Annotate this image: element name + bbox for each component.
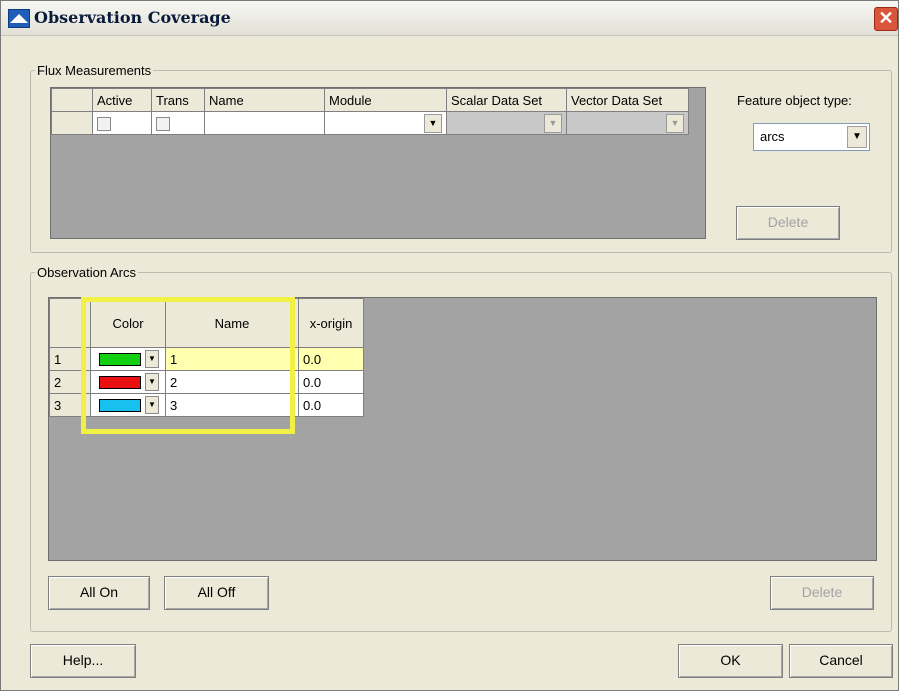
module-dropdown[interactable]: ▼ [324, 111, 447, 135]
arcs-corner-header [49, 298, 91, 348]
arcs-delete-button[interactable]: Delete [770, 576, 874, 610]
arc-x-origin-cell[interactable]: 0.0 [298, 393, 364, 417]
arcs-row-header[interactable]: 3 [49, 393, 91, 417]
chevron-down-icon[interactable]: ▼ [145, 373, 159, 391]
chevron-down-icon[interactable]: ▼ [847, 126, 867, 148]
cancel-button[interactable]: Cancel [789, 644, 893, 678]
window-title: Observation Coverage [34, 8, 231, 27]
arc-x-origin-cell[interactable]: 0.0 [298, 347, 364, 371]
color-swatch[interactable] [99, 375, 141, 389]
app-icon [8, 9, 30, 28]
flux-row-header[interactable] [51, 111, 93, 135]
scalar-dataset-dropdown[interactable]: ▼ [446, 111, 567, 135]
arc-name-cell[interactable]: 1 [165, 347, 299, 371]
chevron-down-icon[interactable]: ▼ [666, 113, 684, 133]
flux-grid: Active Trans Name Module Scalar Data Set… [50, 87, 706, 239]
flux-name-cell[interactable] [204, 111, 325, 135]
color-picker[interactable]: ▼ [90, 370, 166, 394]
arcs-row-header[interactable]: 2 [49, 370, 91, 394]
flux-col-scalar[interactable]: Scalar Data Set [446, 88, 567, 112]
arc-x-origin-cell[interactable]: 0.0 [298, 370, 364, 394]
arc-name-cell[interactable]: 3 [165, 393, 299, 417]
observation-arcs-label: Observation Arcs [37, 265, 136, 280]
help-button[interactable]: Help... [30, 644, 136, 678]
arc-name-cell[interactable]: 2 [165, 370, 299, 394]
flux-col-vector[interactable]: Vector Data Set [566, 88, 689, 112]
color-swatch[interactable] [99, 352, 141, 366]
flux-col-module[interactable]: Module [324, 88, 447, 112]
chevron-down-icon[interactable]: ▼ [145, 396, 159, 414]
all-off-button[interactable]: All Off [164, 576, 269, 610]
active-checkbox[interactable] [97, 116, 111, 131]
flux-measurements-label: Flux Measurements [37, 63, 152, 78]
color-swatch[interactable] [99, 398, 141, 412]
title-bar[interactable]: Observation Coverage ✕ [1, 1, 898, 36]
chevron-down-icon[interactable]: ▼ [145, 350, 159, 368]
flux-active-cell[interactable] [92, 111, 152, 135]
observation-coverage-dialog: Observation Coverage ✕ Flux Measurements… [0, 0, 899, 691]
flux-corner-header [51, 88, 93, 112]
arcs-col-color[interactable]: Color [90, 298, 166, 348]
arcs-row-header[interactable]: 1 [49, 347, 91, 371]
flux-col-trans[interactable]: Trans [151, 88, 205, 112]
arcs-grid: Color Name x-origin 1 ▼ 1 0.0 2 ▼ 2 0.0 … [48, 297, 877, 561]
trans-checkbox[interactable] [156, 116, 170, 131]
color-picker[interactable]: ▼ [90, 347, 166, 371]
arcs-col-x-origin[interactable]: x-origin [298, 298, 364, 348]
feature-object-type-select[interactable]: arcs ▼ [753, 123, 870, 151]
color-picker[interactable]: ▼ [90, 393, 166, 417]
ok-button[interactable]: OK [678, 644, 783, 678]
chevron-down-icon[interactable]: ▼ [424, 113, 442, 133]
flux-trans-cell[interactable] [151, 111, 205, 135]
flux-delete-button[interactable]: Delete [736, 206, 840, 240]
vector-dataset-dropdown[interactable]: ▼ [566, 111, 689, 135]
feature-object-type-value: arcs [760, 129, 785, 144]
chevron-down-icon[interactable]: ▼ [544, 113, 562, 133]
feature-object-type-label: Feature object type: [737, 93, 852, 108]
close-icon[interactable]: ✕ [874, 7, 898, 31]
arcs-col-name[interactable]: Name [165, 298, 299, 348]
flux-col-active[interactable]: Active [92, 88, 152, 112]
all-on-button[interactable]: All On [48, 576, 150, 610]
flux-col-name[interactable]: Name [204, 88, 325, 112]
